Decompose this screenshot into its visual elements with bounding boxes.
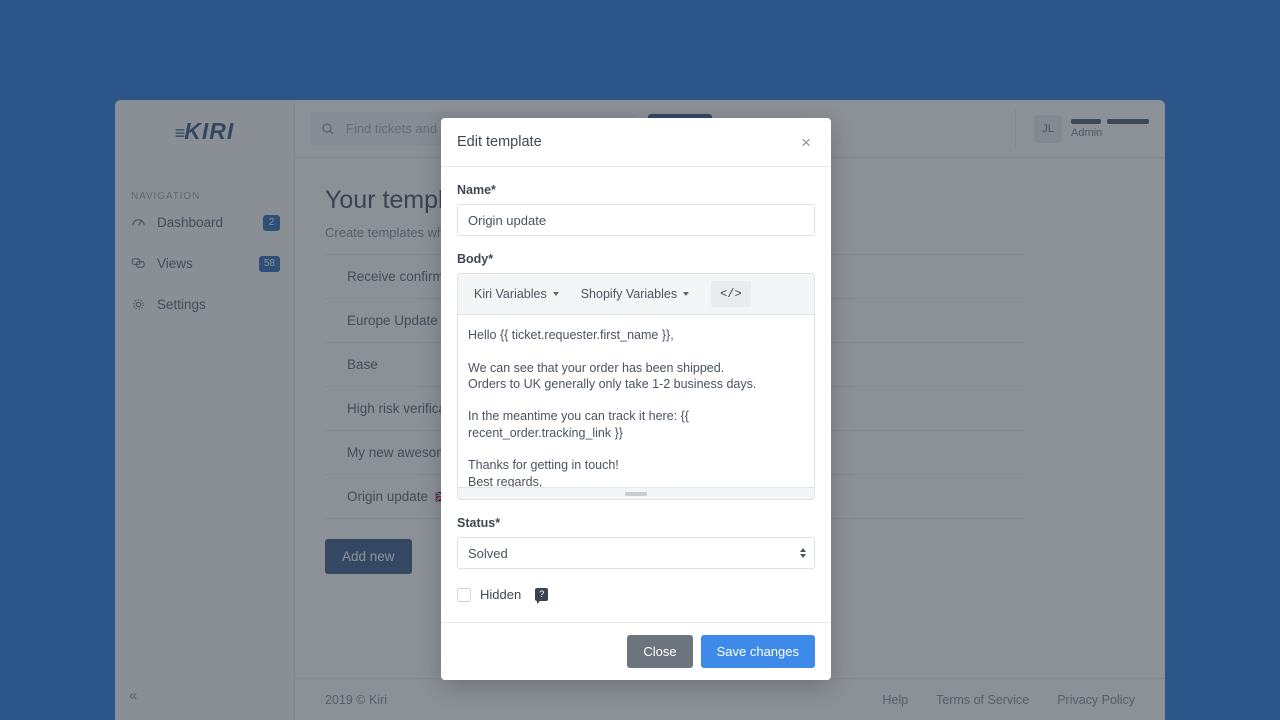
status-field-label: Status* <box>457 516 501 530</box>
hidden-checkbox-row: Hidden ? <box>457 587 815 604</box>
name-input[interactable] <box>457 204 815 236</box>
body-editor: Kiri Variables Shopify Variables </> Hel… <box>457 273 815 500</box>
hidden-checkbox[interactable] <box>457 587 471 602</box>
status-select[interactable] <box>457 537 815 569</box>
help-icon[interactable]: ? <box>535 588 549 604</box>
chevron-down-icon <box>552 292 559 296</box>
body-field-label: Body* <box>457 252 494 266</box>
modal-body: Name* Body* Kiri Variables Shopify Varia… <box>441 167 831 622</box>
kiri-variables-label: Kiri Variables <box>474 287 547 301</box>
shopify-variables-label: Shopify Variables <box>580 287 678 301</box>
modal-title: Edit template <box>457 134 542 150</box>
editor-resize-handle[interactable] <box>458 487 814 499</box>
editor-toolbar: Kiri Variables Shopify Variables </> <box>458 274 814 315</box>
edit-template-modal: Edit template × Name* Body* Kiri Variabl… <box>441 118 831 680</box>
modal-header: Edit template × <box>441 118 831 167</box>
hidden-label: Hidden <box>480 587 522 602</box>
status-select-wrap <box>457 537 815 569</box>
shopify-variables-dropdown[interactable]: Shopify Variables <box>571 281 699 307</box>
body-textarea[interactable]: Hello {{ ticket.requester.first_name }},… <box>458 315 814 487</box>
code-view-icon[interactable]: </> <box>711 281 751 307</box>
name-field-label: Name* <box>457 183 496 197</box>
modal-footer: Close Save changes <box>441 622 831 680</box>
save-changes-button[interactable]: Save changes <box>700 635 815 668</box>
close-button[interactable]: Close <box>627 635 693 668</box>
close-icon[interactable]: × <box>797 132 815 153</box>
chevron-down-icon <box>683 292 690 296</box>
grip-bar <box>625 491 647 496</box>
kiri-variables-dropdown[interactable]: Kiri Variables <box>464 281 569 307</box>
